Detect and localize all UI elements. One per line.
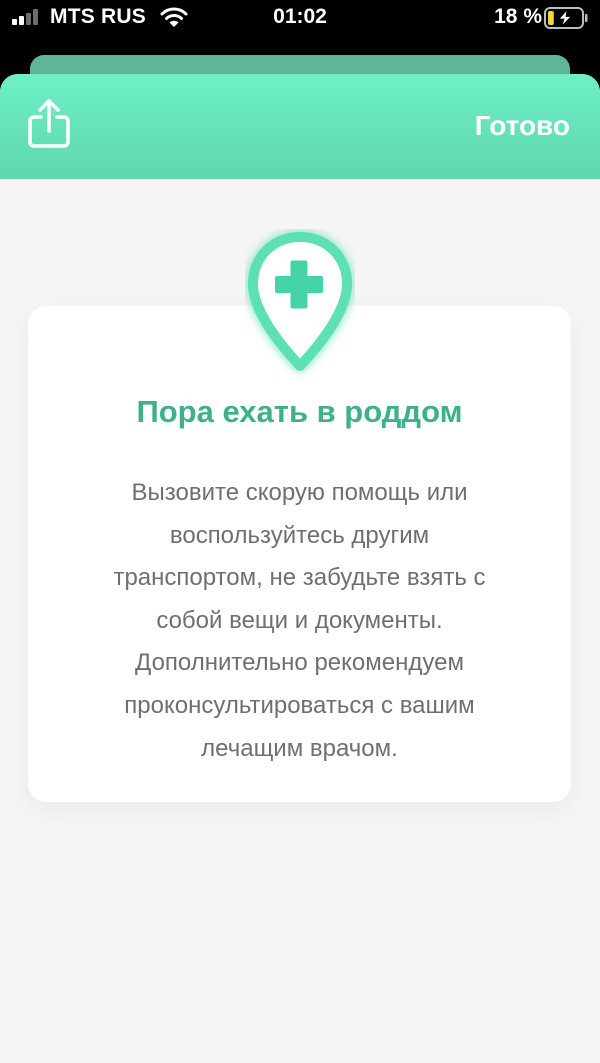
- card-body-line: воспользуйтесь другим: [169, 521, 430, 549]
- done-button[interactable]: Готово: [475, 110, 570, 142]
- battery-icon: [544, 7, 588, 29]
- charging-bolt-icon: [558, 8, 572, 27]
- share-icon: [28, 99, 70, 148]
- card-body-line: транспортом, не забудьте взять с: [113, 564, 486, 592]
- card-body-line: Вызовите скорую помощь или: [131, 479, 468, 506]
- status-bar: MTS RUS 01:02 18 %: [0, 0, 600, 38]
- modal-sheet: Готово Пора ехать в роддом Вызовите скор…: [0, 74, 600, 1063]
- share-button[interactable]: [26, 98, 72, 150]
- card-body-line: Дополнительно рекомендуем: [135, 649, 464, 677]
- card-body: Вызовите скорую помощь или воспользуйтес…: [68, 472, 531, 770]
- card-body-line: проконсультироваться с вашим: [124, 691, 475, 719]
- sheet-header: Готово: [0, 74, 600, 179]
- card-body-line: лечащим врачом.: [201, 734, 398, 762]
- card-body-line: собой вещи и документы.: [156, 606, 443, 634]
- battery-percent: 18 %: [494, 5, 542, 28]
- map-pin-medical-cross-icon: [248, 232, 352, 371]
